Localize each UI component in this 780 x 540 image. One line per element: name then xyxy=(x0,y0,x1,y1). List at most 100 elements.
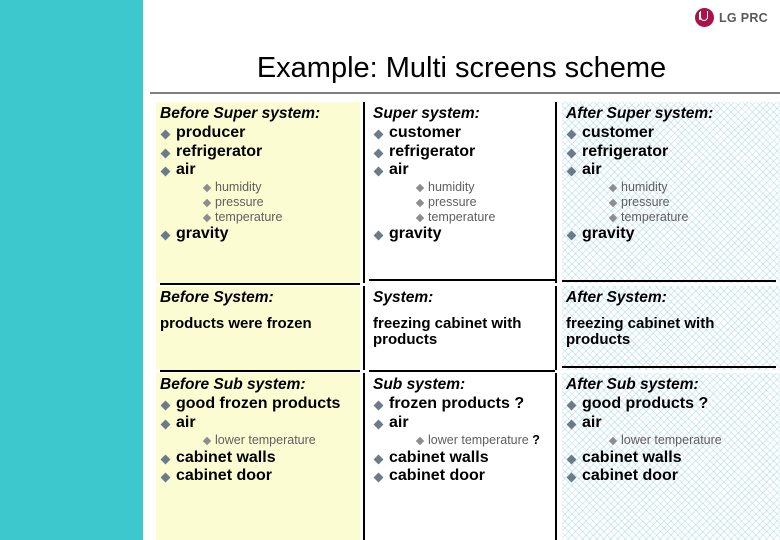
cell-before-sub-system[interactable]: Before Sub system: good frozen products … xyxy=(156,373,360,540)
list-item-label: cabinet door xyxy=(582,466,679,484)
sub-list-item[interactable]: lower temperature xyxy=(608,433,777,448)
diamond-bullet-icon xyxy=(160,454,171,465)
bullet-list: customer refrigerator air humidity press… xyxy=(566,124,777,243)
list-item[interactable]: cabinet door xyxy=(160,467,357,485)
list-item[interactable]: air lower temperature ? xyxy=(373,414,551,448)
sub-list-item[interactable]: temperature xyxy=(202,210,357,225)
cell-heading: Before System: xyxy=(160,289,274,306)
row-divider-3 xyxy=(562,280,776,282)
cell-sub-system[interactable]: Sub system: frozen products ? air lower … xyxy=(369,373,554,540)
list-item-label: air xyxy=(582,413,602,431)
bullet-list: customer refrigerator air humidity press… xyxy=(373,124,551,243)
sub-list-item[interactable]: temperature xyxy=(415,210,551,225)
list-item[interactable]: cabinet walls xyxy=(160,449,357,467)
list-item[interactable]: producer xyxy=(160,124,357,142)
sub-list-item[interactable]: pressure xyxy=(202,195,357,210)
list-item[interactable]: air lower temperature xyxy=(566,414,777,448)
list-item[interactable]: cabinet door xyxy=(566,467,777,485)
row-divider-1 xyxy=(160,283,360,285)
list-item[interactable]: air humidity pressure temperature xyxy=(566,161,777,224)
sub-bullet-list: humidity pressure temperature xyxy=(176,180,357,224)
list-item[interactable]: gravity xyxy=(566,225,777,243)
cell-before-super-system[interactable]: Before Super system: producer refrigerat… xyxy=(156,102,360,283)
column-divider-2 xyxy=(555,102,557,283)
diamond-bullet-icon xyxy=(160,472,171,483)
sub-list-item-label: lower temperature ? xyxy=(428,432,540,447)
page-title: Example: Multi screens scheme xyxy=(256,52,667,84)
list-item-label: cabinet walls xyxy=(176,448,276,466)
sub-list-item[interactable]: temperature xyxy=(608,209,777,225)
diamond-bullet-icon xyxy=(373,129,384,140)
cell-body: freezing cabinet with products xyxy=(566,315,715,349)
list-item[interactable]: cabinet walls xyxy=(566,449,777,467)
diamond-bullet-icon xyxy=(608,183,618,193)
diamond-bullet-icon xyxy=(160,419,171,430)
diamond-bullet-icon xyxy=(566,166,577,177)
sub-list-item[interactable]: humidity xyxy=(202,180,357,195)
column-divider-6 xyxy=(555,373,557,540)
list-item-label: air xyxy=(389,413,409,431)
cell-body: products were frozen xyxy=(160,315,312,333)
list-item[interactable]: air lower temperature xyxy=(160,414,357,448)
sub-list-item-label: temperature xyxy=(621,209,689,224)
list-item[interactable]: refrigerator xyxy=(373,143,551,161)
diamond-bullet-icon xyxy=(202,213,212,222)
row-divider-6 xyxy=(562,366,776,368)
diamond-bullet-icon xyxy=(160,230,171,241)
sub-list-item[interactable]: humidity xyxy=(608,180,777,195)
list-item-label: air xyxy=(176,160,196,178)
sub-bullet-list: lower temperature xyxy=(582,433,777,448)
lg-prc-logo: LG PRC xyxy=(694,8,768,27)
list-item[interactable]: gravity xyxy=(373,225,551,243)
diamond-bullet-icon xyxy=(202,436,212,446)
diamond-bullet-icon xyxy=(160,400,171,411)
cell-heading: After System: xyxy=(566,289,667,306)
title-divider xyxy=(150,92,780,94)
cell-before-system[interactable]: Before System: products were frozen xyxy=(156,286,360,370)
sub-list-item[interactable]: humidity xyxy=(415,180,551,195)
list-item[interactable]: customer xyxy=(566,124,777,142)
cell-system[interactable]: System: freezing cabinet with products xyxy=(369,286,554,370)
row-divider-2 xyxy=(369,279,555,281)
list-item[interactable]: air humidity pressure temperature xyxy=(160,161,357,224)
row-divider-5 xyxy=(369,370,555,372)
sub-list-item[interactable]: lower temperature ? xyxy=(415,432,551,448)
column-divider-4 xyxy=(555,286,557,370)
diamond-bullet-icon xyxy=(160,148,171,159)
sub-list-item[interactable]: pressure xyxy=(608,195,777,210)
list-item[interactable]: refrigerator xyxy=(566,143,777,161)
list-item-label: air xyxy=(389,160,409,178)
list-item[interactable]: cabinet walls xyxy=(373,449,551,467)
diamond-bullet-icon xyxy=(202,183,212,193)
cell-super-system[interactable]: Super system: customer refrigerator air … xyxy=(369,102,554,283)
diamond-bullet-icon xyxy=(160,129,171,140)
list-item[interactable]: air humidity pressure temperature xyxy=(373,161,551,224)
list-item[interactable]: frozen products ? xyxy=(373,395,551,413)
left-accent-bar xyxy=(0,0,143,540)
diamond-bullet-icon xyxy=(373,230,384,241)
diamond-bullet-icon xyxy=(566,400,577,411)
list-item[interactable]: cabinet door xyxy=(373,467,551,485)
list-item-label: gravity xyxy=(176,225,229,243)
bullet-list: frozen products ? air lower temperature … xyxy=(373,395,551,485)
sub-list-item[interactable]: pressure xyxy=(415,195,551,210)
list-item-label: frozen products ? xyxy=(389,395,525,413)
diamond-bullet-icon xyxy=(566,129,577,140)
cell-after-super-system[interactable]: After Super system: customer refrigerato… xyxy=(562,102,780,283)
list-item[interactable]: gravity xyxy=(160,225,357,243)
list-item-label: refrigerator xyxy=(582,142,669,160)
diamond-bullet-icon xyxy=(415,183,425,193)
column-divider-5 xyxy=(363,373,365,540)
list-item[interactable]: refrigerator xyxy=(160,143,357,161)
list-item-label: gravity xyxy=(582,225,635,243)
diamond-bullet-icon xyxy=(415,436,425,446)
list-item-label: gravity xyxy=(389,225,442,243)
sub-list-item[interactable]: lower temperature xyxy=(202,433,357,448)
list-item[interactable]: good frozen products xyxy=(160,395,357,413)
cell-after-sub-system[interactable]: After Sub system: good products ? air lo… xyxy=(562,373,780,540)
list-item[interactable]: customer xyxy=(373,124,551,142)
list-item-label: producer xyxy=(176,124,246,142)
cell-after-system[interactable]: After System: freezing cabinet with prod… xyxy=(562,286,780,370)
list-item[interactable]: good products ? xyxy=(566,395,777,413)
list-item-label: good frozen products xyxy=(176,395,341,413)
